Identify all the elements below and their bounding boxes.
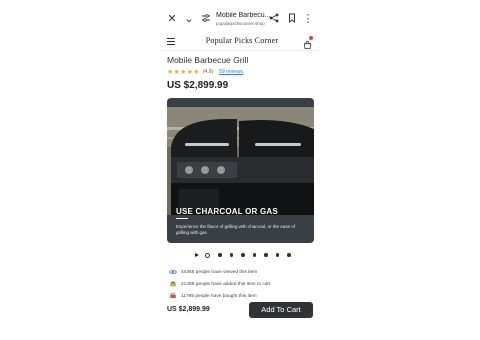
proof-viewed-text: 44365 people have viewed this item bbox=[181, 269, 258, 275]
reviews-link[interactable]: 59 reviews bbox=[219, 69, 243, 75]
carousel-controls bbox=[195, 251, 299, 259]
carousel-dot[interactable] bbox=[205, 252, 210, 258]
add-to-cart-button[interactable]: Add To Cart bbox=[249, 302, 313, 318]
proof-viewed: 44365 people have viewed this item bbox=[169, 268, 257, 276]
slide-underline bbox=[176, 218, 188, 219]
chevron-down-icon[interactable]: ⌄ bbox=[183, 13, 195, 25]
carousel-dot[interactable] bbox=[218, 253, 222, 257]
browser-toolbar: ✕ ⌄ Mobile Barbecu... popularpickscorner… bbox=[162, 8, 318, 34]
carousel-dot[interactable] bbox=[275, 253, 279, 257]
sticky-purchase-bar: US $2,899.99 Add To Cart bbox=[162, 298, 318, 324]
carousel-dot[interactable] bbox=[264, 253, 268, 257]
product-price: US $2,899.99 bbox=[167, 80, 229, 91]
header-divider bbox=[162, 50, 318, 51]
carousel-dot[interactable] bbox=[241, 253, 245, 257]
slide-description: Experience the flavor of grilling with c… bbox=[176, 224, 296, 235]
feature-slide[interactable]: USE CHARCOAL OR GAS Experience the flavo… bbox=[167, 98, 314, 243]
bookmark-icon[interactable] bbox=[286, 13, 298, 25]
play-icon[interactable] bbox=[195, 253, 199, 257]
close-icon[interactable]: ✕ bbox=[166, 13, 178, 25]
grill-image bbox=[167, 107, 314, 215]
carousel-dot[interactable] bbox=[252, 253, 256, 257]
share-icon[interactable] bbox=[268, 13, 280, 25]
store-header: Popular Picks Corner bbox=[162, 34, 318, 50]
slide-heading: USE CHARCOAL OR GAS bbox=[176, 207, 278, 216]
eye-icon bbox=[169, 269, 177, 275]
star-rating-icons: ★★★★★ bbox=[167, 68, 200, 76]
cart-badge bbox=[309, 36, 313, 40]
carousel-dot[interactable] bbox=[287, 253, 291, 257]
store-logo[interactable]: Popular Picks Corner bbox=[192, 36, 292, 45]
cart-add-icon bbox=[170, 281, 176, 287]
bottom-price: US $2,899.99 bbox=[167, 306, 210, 313]
phone-viewport: ✕ ⌄ Mobile Barbecu... popularpickscorner… bbox=[162, 0, 318, 340]
product-title: Mobile Barbecue Grill bbox=[167, 55, 249, 65]
carousel-dot[interactable] bbox=[229, 253, 233, 257]
menu-icon[interactable] bbox=[167, 38, 175, 45]
rating-row: ★★★★★ (4.9) 59 reviews bbox=[167, 68, 243, 76]
more-vert-icon[interactable]: ⋮ bbox=[302, 13, 314, 25]
proof-added-text: 21459 people have added this item to car… bbox=[181, 281, 271, 287]
url-text[interactable]: popularpickscorner.shop bbox=[216, 21, 270, 27]
tune-icon[interactable] bbox=[200, 13, 212, 25]
proof-added: 21459 people have added this item to car… bbox=[169, 280, 270, 288]
rating-value: (4.9) bbox=[202, 69, 214, 75]
tab-title[interactable]: Mobile Barbecu... bbox=[216, 12, 270, 20]
